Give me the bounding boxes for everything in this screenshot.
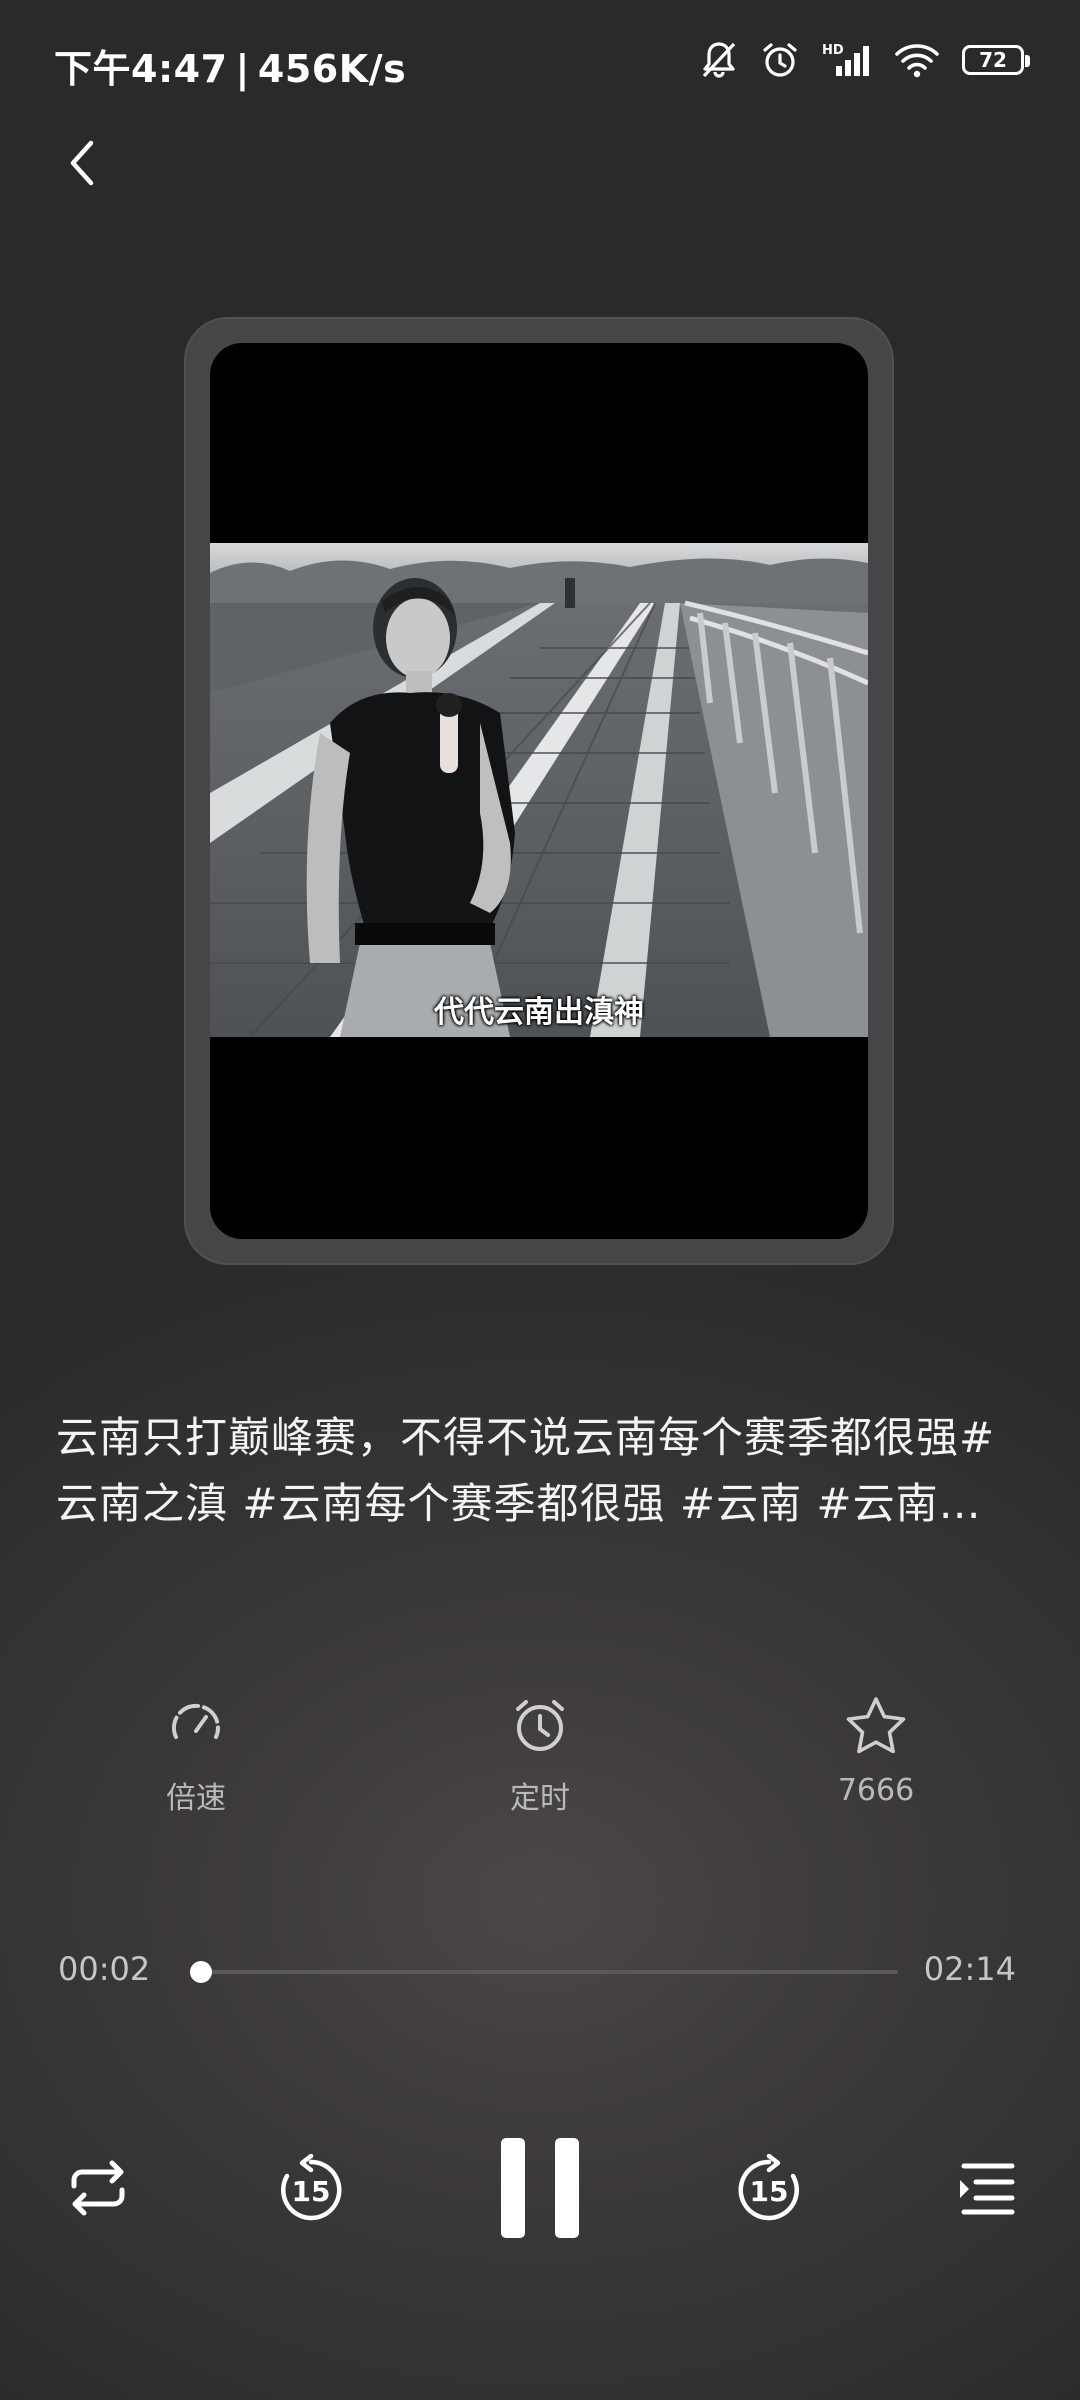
status-net-speed: 456K/s xyxy=(257,47,407,91)
speed-button[interactable]: 倍速 xyxy=(96,1695,296,1835)
forward-15-button[interactable]: 15 xyxy=(724,2130,814,2250)
signal-icon: HD xyxy=(822,40,872,80)
progress-thumb[interactable] xyxy=(189,1961,212,1983)
rewind-15-icon: 15 xyxy=(275,2154,347,2226)
video-player[interactable]: 代代云南出滇神 xyxy=(210,343,868,1239)
playlist-icon xyxy=(956,2160,1016,2220)
back-button[interactable] xyxy=(48,130,118,200)
star-icon xyxy=(844,1695,908,1759)
rewind-15-button[interactable]: 15 xyxy=(266,2130,356,2250)
pause-icon xyxy=(497,2136,583,2244)
speedometer-icon xyxy=(166,1695,226,1759)
total-time: 02:14 xyxy=(923,1950,1016,1988)
repeat-button[interactable] xyxy=(58,2130,138,2250)
chevron-left-icon xyxy=(63,138,103,192)
status-bar: 下午4:47 | 456K/s HD 72 xyxy=(0,0,1080,120)
status-time-speed: 下午4:47 | 456K/s xyxy=(54,47,407,91)
favorite-count: 7666 xyxy=(837,1773,915,1808)
mute-bell-icon xyxy=(700,40,738,80)
progress-slider[interactable] xyxy=(189,1961,898,1983)
battery-icon: 72 xyxy=(962,45,1030,75)
favorite-button[interactable]: 7666 xyxy=(776,1695,976,1835)
network-badge: HD xyxy=(822,43,844,58)
timer-button[interactable]: 定时 xyxy=(440,1695,640,1835)
repeat-icon xyxy=(66,2156,130,2224)
timer-label: 定时 xyxy=(510,1781,570,1816)
battery-level: 72 xyxy=(979,48,1007,72)
rewind-seconds: 15 xyxy=(291,2175,331,2208)
progress-area: 00:02 02:14 xyxy=(0,1940,1080,2000)
current-time: 00:02 xyxy=(58,1950,151,1988)
cover-frame: 代代云南出滇神 xyxy=(184,317,894,1265)
pause-button[interactable] xyxy=(490,2130,590,2250)
video-subtitle: 代代云南出滇神 xyxy=(434,995,644,1030)
alarm-clock-icon xyxy=(510,1695,570,1759)
forward-15-icon: 15 xyxy=(733,2154,805,2226)
status-time: 下午4:47 xyxy=(54,47,228,91)
alarm-icon xyxy=(760,40,800,80)
speed-label: 倍速 xyxy=(166,1781,226,1816)
forward-seconds: 15 xyxy=(749,2175,789,2208)
track-title: 云南只打巅峰赛，不得不说云南每个赛季都很强#云南之滇 #云南每个赛季都很强 #云… xyxy=(56,1413,996,1528)
video-thumbnail: 代代云南出滇神 xyxy=(210,543,868,1037)
wifi-icon xyxy=(894,40,940,80)
playlist-button[interactable] xyxy=(946,2130,1026,2250)
